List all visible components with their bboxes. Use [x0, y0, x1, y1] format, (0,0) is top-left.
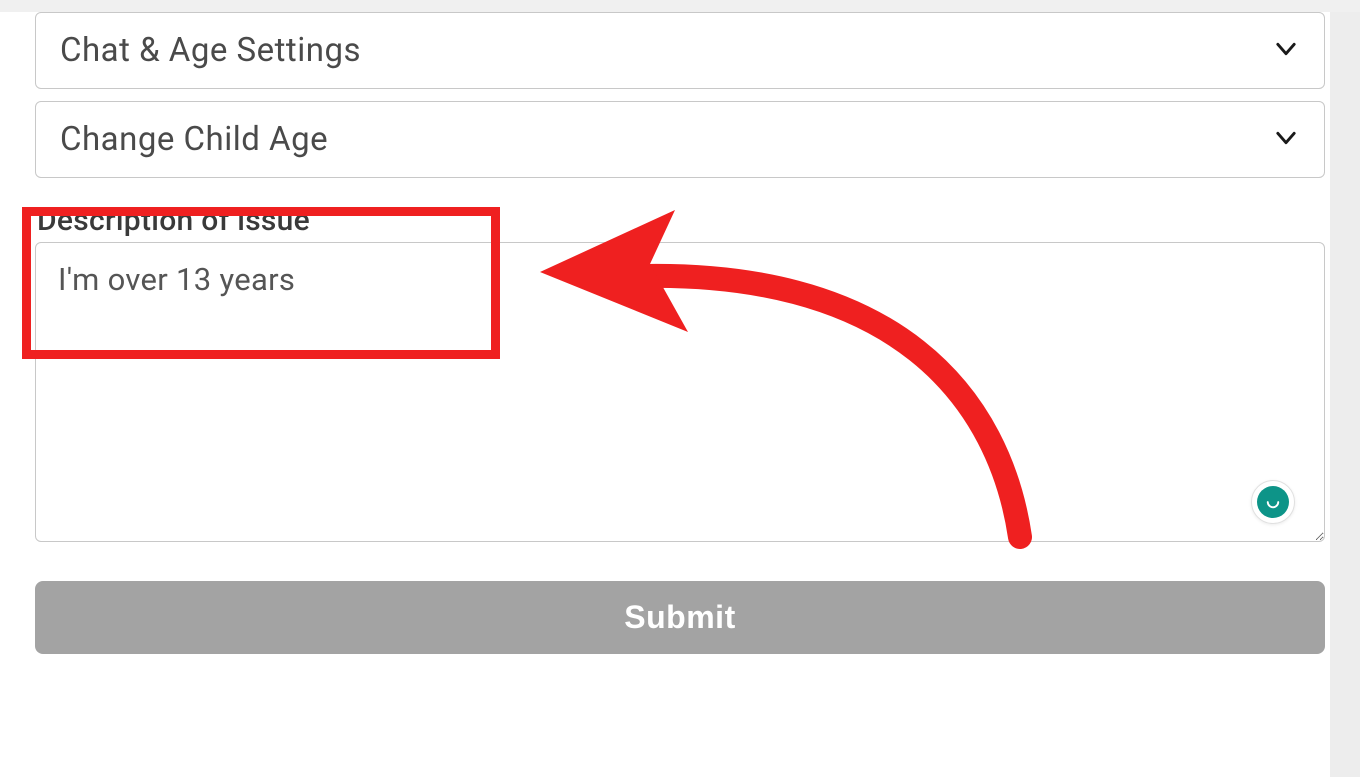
grammarly-badge[interactable] — [1251, 480, 1295, 524]
dropdown-label: Change Child Age — [60, 120, 328, 159]
textarea-wrapper — [35, 242, 1325, 546]
grammarly-icon — [1257, 486, 1289, 518]
form-container: Chat & Age Settings Change Child Age Des… — [0, 12, 1360, 777]
submit-button[interactable]: Submit — [35, 581, 1325, 654]
dropdown-label: Chat & Age Settings — [60, 31, 361, 70]
dropdown-chat-age-settings[interactable]: Chat & Age Settings — [35, 12, 1325, 89]
right-background-strip — [1330, 12, 1360, 777]
description-textarea[interactable] — [35, 242, 1325, 542]
chevron-down-icon — [1272, 124, 1300, 156]
chevron-down-icon — [1272, 35, 1300, 67]
dropdown-change-child-age[interactable]: Change Child Age — [35, 101, 1325, 178]
description-label: Description of issue — [35, 203, 1325, 238]
